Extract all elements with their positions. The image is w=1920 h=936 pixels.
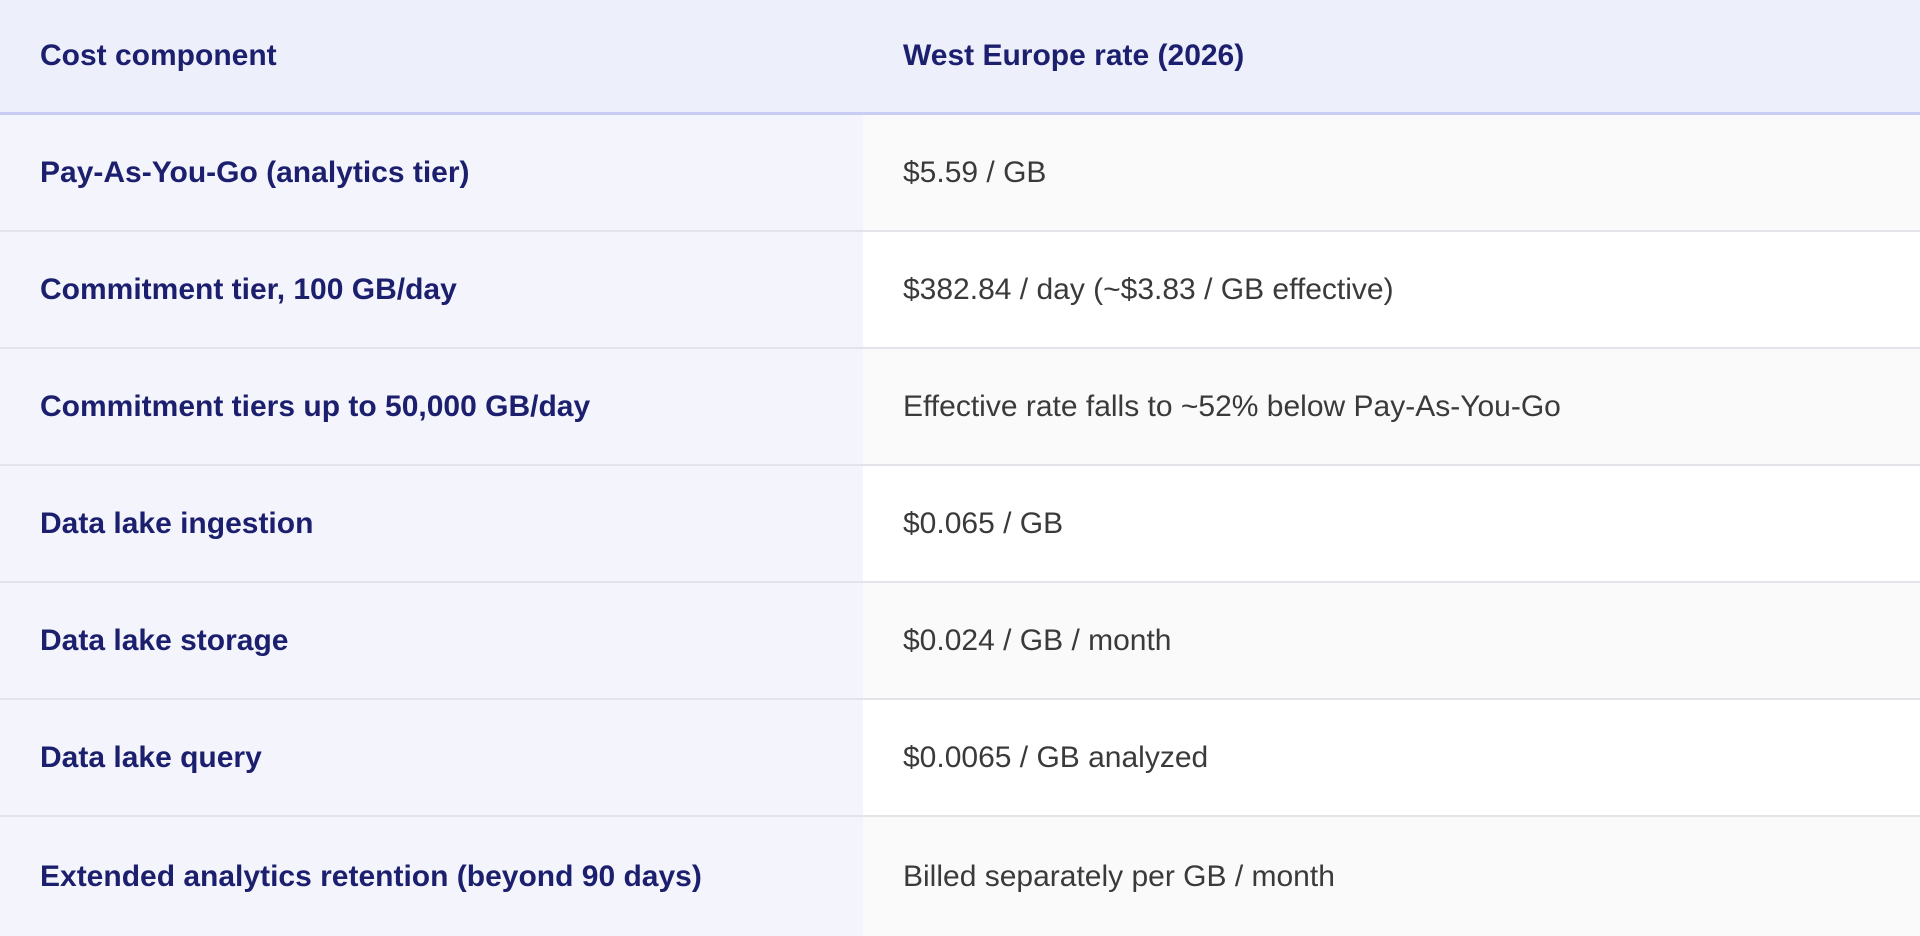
table-row: Data lake query $0.0065 / GB analyzed [0, 700, 1920, 817]
cost-component-cell: Commitment tier, 100 GB/day [0, 232, 863, 347]
table-row: Extended analytics retention (beyond 90 … [0, 817, 1920, 936]
table-header-row: Cost component West Europe rate (2026) [0, 0, 1920, 115]
rate-cell: $382.84 / day (~$3.83 / GB effective) [863, 232, 1920, 347]
header-cost-component: Cost component [40, 39, 277, 72]
rate-cell: $5.59 / GB [863, 115, 1920, 230]
table-row: Pay-As-You-Go (analytics tier) $5.59 / G… [0, 115, 1920, 232]
cost-component-cell: Pay-As-You-Go (analytics tier) [0, 115, 863, 230]
cost-component-cell: Commitment tiers up to 50,000 GB/day [0, 349, 863, 464]
table-row: Data lake storage $0.024 / GB / month [0, 583, 1920, 700]
rate-cell: $0.024 / GB / month [863, 583, 1920, 698]
rate-cell: Effective rate falls to ~52% below Pay-A… [863, 349, 1920, 464]
cost-component-cell: Data lake ingestion [0, 466, 863, 581]
rate-cell: $0.0065 / GB analyzed [863, 700, 1920, 815]
rate-cell: Billed separately per GB / month [863, 817, 1920, 936]
header-west-europe-rate: West Europe rate (2026) [903, 39, 1245, 72]
table-row: Data lake ingestion $0.065 / GB [0, 466, 1920, 583]
cost-component-cell: Extended analytics retention (beyond 90 … [0, 817, 863, 936]
cost-component-cell: Data lake query [0, 700, 863, 815]
pricing-table: Cost component West Europe rate (2026) P… [0, 0, 1920, 936]
cost-component-cell: Data lake storage [0, 583, 863, 698]
table-row: Commitment tier, 100 GB/day $382.84 / da… [0, 232, 1920, 349]
table-row: Commitment tiers up to 50,000 GB/day Eff… [0, 349, 1920, 466]
rate-cell: $0.065 / GB [863, 466, 1920, 581]
